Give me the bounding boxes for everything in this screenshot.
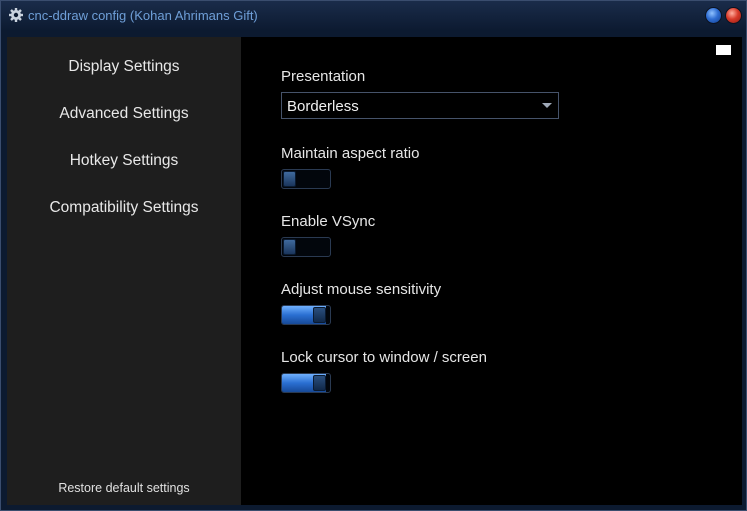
window-indicator — [716, 45, 731, 55]
enable-vsync-toggle[interactable] — [281, 237, 331, 257]
close-button[interactable] — [725, 7, 742, 24]
enable-vsync-label: Enable VSync — [281, 213, 376, 230]
lock-cursor-label: Lock cursor to window / screen — [281, 349, 487, 366]
sidebar-item-advanced-settings[interactable]: Advanced Settings — [7, 105, 241, 123]
adjust-mouse-sensitivity-label: Adjust mouse sensitivity — [281, 281, 442, 298]
restore-defaults-link[interactable]: Restore default settings — [7, 481, 241, 495]
title-bar[interactable]: cnc-ddraw config (Kohan Ahrimans Gift) — [1, 1, 746, 31]
presentation-label: Presentation — [281, 68, 366, 85]
sidebar-item-compatibility-settings[interactable]: Compatibility Settings — [7, 199, 241, 217]
toggle-knob[interactable] — [313, 307, 326, 323]
lock-cursor-toggle[interactable] — [281, 373, 331, 393]
toggle-knob[interactable] — [283, 171, 296, 187]
toggle-knob[interactable] — [283, 239, 296, 255]
gear-icon — [9, 8, 23, 22]
toggle-knob[interactable] — [313, 375, 326, 391]
sidebar-item-display-settings[interactable]: Display Settings — [7, 58, 241, 76]
maintain-aspect-ratio-toggle[interactable] — [281, 169, 331, 189]
chevron-down-icon — [542, 103, 552, 108]
sidebar: Display Settings Advanced Settings Hotke… — [7, 37, 241, 505]
minimize-button[interactable] — [705, 7, 722, 24]
adjust-mouse-sensitivity-toggle[interactable] — [281, 305, 331, 325]
sidebar-item-hotkey-settings[interactable]: Hotkey Settings — [7, 152, 241, 170]
client-area: Display Settings Advanced Settings Hotke… — [7, 37, 742, 505]
settings-panel: Presentation Borderless Maintain aspect … — [241, 37, 742, 505]
window-title: cnc-ddraw config (Kohan Ahrimans Gift) — [28, 8, 258, 23]
app-window: cnc-ddraw config (Kohan Ahrimans Gift) D… — [0, 0, 747, 511]
maintain-aspect-ratio-label: Maintain aspect ratio — [281, 145, 420, 162]
presentation-value: Borderless — [287, 98, 359, 115]
presentation-select[interactable]: Borderless — [281, 92, 559, 119]
